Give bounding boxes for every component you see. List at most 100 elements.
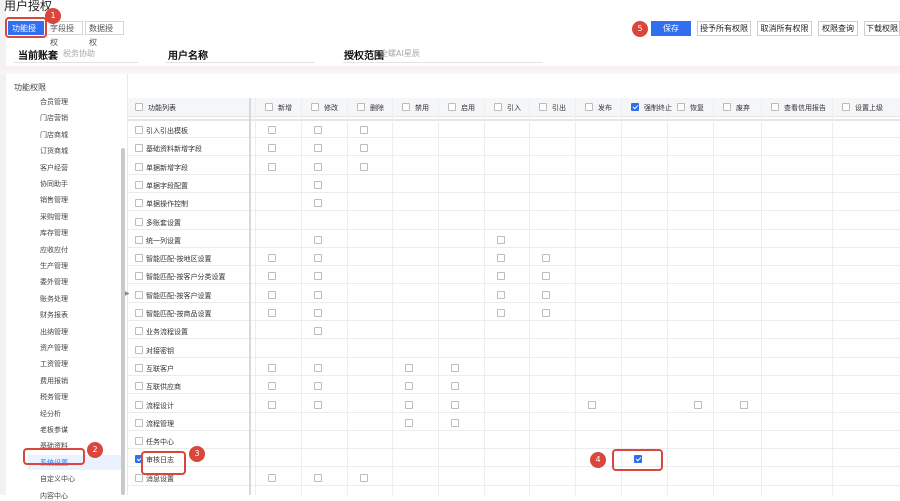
permission-checkbox[interactable] bbox=[314, 162, 322, 171]
permission-checkbox[interactable] bbox=[451, 400, 459, 409]
permission-checkbox[interactable] bbox=[314, 290, 322, 299]
row-checkbox[interactable] bbox=[135, 327, 143, 336]
sidebar-item[interactable]: 出纳管理 bbox=[40, 327, 68, 337]
row-checkbox[interactable] bbox=[135, 418, 143, 427]
horizontal-scrollbar[interactable] bbox=[128, 119, 900, 121]
header-checkbox[interactable] bbox=[771, 103, 779, 111]
header-checkbox[interactable] bbox=[311, 103, 319, 111]
header-checkbox[interactable] bbox=[842, 103, 850, 111]
permission-checkbox[interactable] bbox=[451, 418, 459, 427]
row-checkbox[interactable] bbox=[135, 473, 143, 482]
header-checkbox[interactable] bbox=[357, 103, 365, 111]
header-checkbox[interactable] bbox=[265, 103, 273, 111]
permission-checkbox[interactable] bbox=[360, 473, 368, 482]
permission-checkbox[interactable] bbox=[497, 309, 505, 317]
header-checkbox[interactable] bbox=[494, 103, 502, 111]
header-checkbox[interactable] bbox=[402, 103, 410, 111]
permission-checkbox[interactable] bbox=[314, 144, 322, 153]
permission-checkbox[interactable] bbox=[314, 199, 322, 208]
tab-data-auth[interactable]: 数据授权 bbox=[85, 21, 124, 47]
download-permission-button[interactable]: 下载权限 bbox=[864, 21, 900, 36]
sidebar-item[interactable]: 经分析 bbox=[40, 409, 61, 419]
row-checkbox[interactable] bbox=[135, 290, 143, 299]
permission-checkbox[interactable] bbox=[314, 126, 322, 134]
permission-checkbox[interactable] bbox=[497, 235, 505, 244]
permission-checkbox[interactable] bbox=[588, 400, 596, 409]
sidebar-item[interactable]: 资产管理 bbox=[40, 343, 68, 353]
row-checkbox[interactable] bbox=[135, 162, 143, 171]
permission-checkbox[interactable] bbox=[405, 418, 413, 427]
permission-checkbox[interactable] bbox=[314, 180, 322, 189]
row-checkbox[interactable] bbox=[135, 254, 143, 263]
permission-checkbox[interactable] bbox=[694, 400, 702, 409]
permission-checkbox[interactable] bbox=[314, 400, 322, 409]
row-checkbox[interactable] bbox=[135, 144, 143, 153]
sidebar-item[interactable]: 库存管理 bbox=[40, 228, 68, 238]
permission-checkbox[interactable] bbox=[314, 327, 322, 336]
left-scrollbar[interactable] bbox=[121, 148, 125, 495]
permission-checkbox[interactable] bbox=[268, 382, 276, 391]
sidebar-item[interactable]: 财务报表 bbox=[40, 310, 68, 320]
sidebar-item[interactable]: 门店营销 bbox=[40, 113, 68, 123]
permission-checkbox[interactable] bbox=[360, 126, 368, 134]
collapse-arrow-icon[interactable]: ▶ bbox=[125, 290, 130, 297]
scope-value[interactable]: 全螺AI星辰 bbox=[380, 48, 420, 59]
sidebar-item[interactable]: 税务管理 bbox=[40, 392, 68, 402]
row-checkbox[interactable] bbox=[135, 345, 143, 354]
permission-checkbox[interactable] bbox=[314, 473, 322, 482]
row-checkbox[interactable] bbox=[135, 272, 143, 281]
permission-checkbox[interactable] bbox=[497, 254, 505, 263]
permission-checkbox[interactable] bbox=[268, 162, 276, 171]
permission-checkbox[interactable] bbox=[314, 235, 322, 244]
permission-checkbox[interactable] bbox=[314, 254, 322, 263]
permission-checkbox[interactable] bbox=[268, 254, 276, 263]
permission-checkbox[interactable] bbox=[268, 309, 276, 317]
permission-checkbox[interactable] bbox=[314, 382, 322, 391]
permission-checkbox[interactable] bbox=[268, 363, 276, 372]
sidebar-item[interactable]: 账务处理 bbox=[40, 294, 68, 304]
header-checkbox[interactable] bbox=[135, 103, 143, 111]
permission-checkbox[interactable] bbox=[268, 126, 276, 134]
sidebar-item[interactable]: 订货商城 bbox=[40, 146, 68, 156]
sidebar-item[interactable]: 费用报销 bbox=[40, 376, 68, 386]
row-checkbox[interactable] bbox=[135, 437, 143, 446]
row-checkbox[interactable] bbox=[135, 180, 143, 189]
permission-checkbox[interactable] bbox=[451, 363, 459, 372]
permission-checkbox[interactable] bbox=[451, 382, 459, 391]
permission-checkbox[interactable] bbox=[542, 254, 550, 263]
sidebar-item[interactable]: 门店商城 bbox=[40, 130, 68, 140]
sidebar-item[interactable]: 老板参谋 bbox=[40, 425, 68, 435]
permission-checkbox[interactable] bbox=[268, 144, 276, 153]
header-checkbox[interactable] bbox=[631, 103, 639, 111]
permission-checkbox[interactable] bbox=[268, 400, 276, 409]
permission-checkbox[interactable] bbox=[542, 272, 550, 281]
sidebar-item[interactable]: 工资管理 bbox=[40, 359, 68, 369]
permission-checkbox[interactable] bbox=[740, 400, 748, 409]
header-checkbox[interactable] bbox=[539, 103, 547, 111]
permission-checkbox[interactable] bbox=[360, 162, 368, 171]
sidebar-item[interactable]: 内容中心 bbox=[40, 491, 68, 501]
header-checkbox[interactable] bbox=[723, 103, 731, 111]
sidebar-item[interactable]: 委外管理 bbox=[40, 277, 68, 287]
header-checkbox[interactable] bbox=[448, 103, 456, 111]
permission-checkbox[interactable] bbox=[405, 363, 413, 372]
header-checkbox[interactable] bbox=[677, 103, 685, 111]
permission-checkbox[interactable] bbox=[268, 290, 276, 299]
row-checkbox[interactable] bbox=[135, 199, 143, 208]
row-checkbox[interactable] bbox=[135, 126, 143, 134]
permission-checkbox[interactable] bbox=[405, 400, 413, 409]
row-checkbox[interactable] bbox=[135, 363, 143, 372]
sidebar-item[interactable]: 合员管理 bbox=[40, 97, 68, 107]
permission-checkbox[interactable] bbox=[314, 272, 322, 281]
sidebar-item[interactable]: 客户经营 bbox=[40, 163, 68, 173]
permission-checkbox[interactable] bbox=[542, 290, 550, 299]
permission-checkbox[interactable] bbox=[497, 272, 505, 281]
permission-checkbox[interactable] bbox=[497, 290, 505, 299]
sidebar-item[interactable]: 自定义中心 bbox=[40, 474, 75, 484]
permission-checkbox[interactable] bbox=[314, 309, 322, 317]
permission-checkbox[interactable] bbox=[314, 363, 322, 372]
permission-checkbox[interactable] bbox=[268, 473, 276, 482]
permission-checkbox[interactable] bbox=[268, 272, 276, 281]
sidebar-item[interactable]: 销售管理 bbox=[40, 195, 68, 205]
save-button[interactable]: 保存 bbox=[651, 21, 691, 36]
